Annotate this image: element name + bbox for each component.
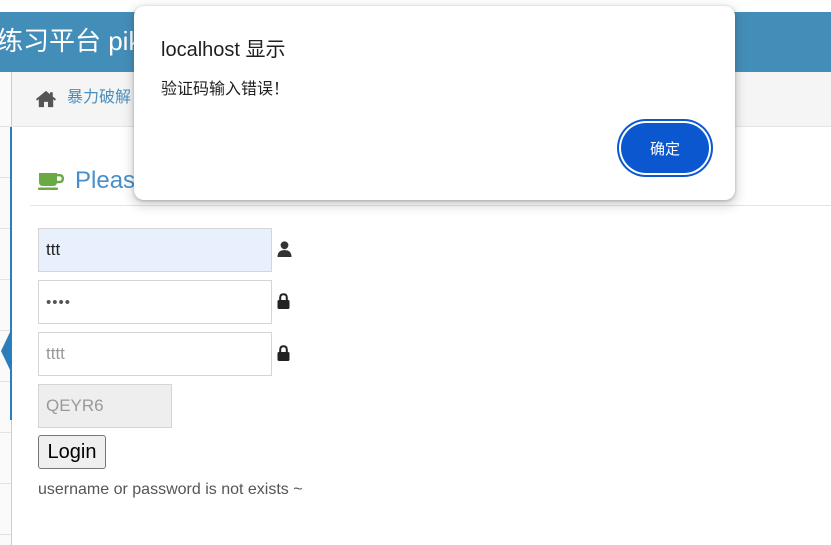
status-message: username or password is not exists ~ [38, 481, 303, 498]
sidebar-item[interactable] [0, 72, 11, 127]
page-title: Pleas [75, 167, 136, 194]
sidebar-active-arrow-icon [1, 330, 11, 372]
dialog-message: 验证码输入错误！ [161, 81, 290, 98]
home-icon [35, 90, 57, 108]
sidebar-item[interactable] [0, 433, 11, 484]
login-button[interactable]: Login [38, 435, 106, 469]
lock-icon [277, 345, 290, 361]
alert-dialog: localhost 显示 验证码输入错误！ 确定 [134, 6, 735, 200]
coffee-icon [38, 173, 64, 190]
sidebar-item[interactable] [0, 484, 11, 535]
user-icon [277, 241, 292, 257]
username-field[interactable] [38, 228, 272, 272]
verification-code-field[interactable] [38, 332, 272, 376]
captcha-display[interactable] [38, 384, 172, 428]
breadcrumb-link-brute-force[interactable]: 暴力破解 [67, 88, 131, 108]
sidebar-active-indicator [10, 127, 12, 420]
password-field[interactable] [38, 280, 272, 324]
ok-button[interactable]: 确定 [621, 123, 709, 173]
page-header-divider [30, 205, 831, 206]
lock-icon [277, 293, 290, 309]
site-title: 练习平台 pik [0, 26, 142, 56]
dialog-title: localhost 显示 [161, 39, 286, 61]
